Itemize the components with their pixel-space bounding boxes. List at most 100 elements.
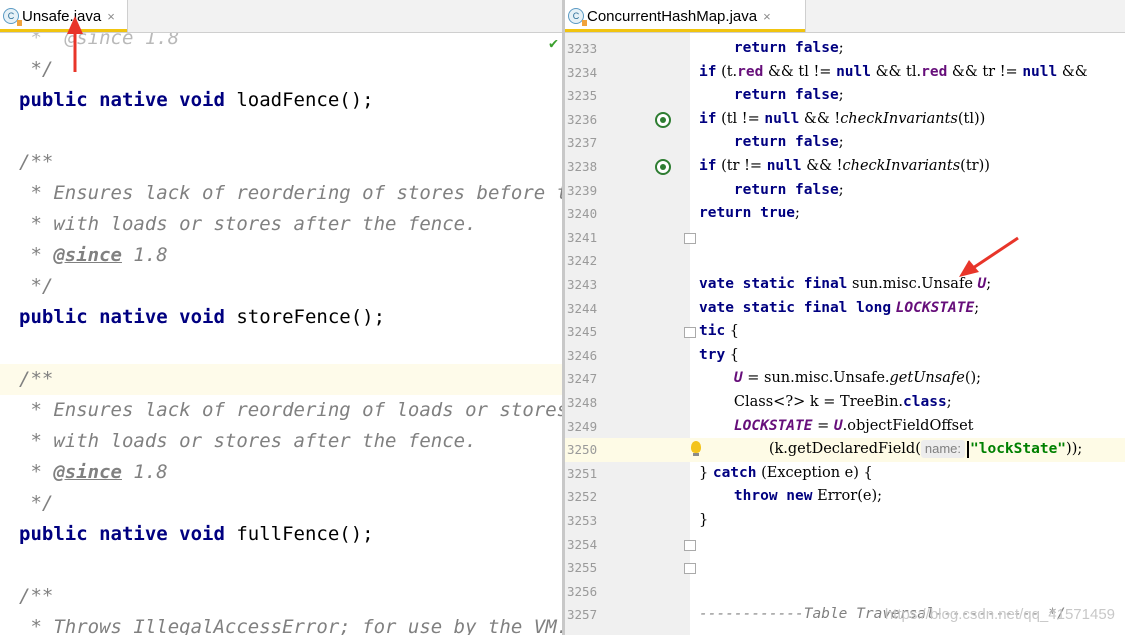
keyword: return false xyxy=(733,134,839,151)
code-text: checkInvariants xyxy=(842,158,961,174)
code-line: * @since 1.8 xyxy=(0,457,562,488)
code-line: 3241 xyxy=(565,226,1125,250)
code-line: 3251} catch (Exception e) { xyxy=(565,462,1125,486)
code-text: red xyxy=(921,63,948,80)
fold-end-icon[interactable] xyxy=(684,539,696,551)
fold-start-icon[interactable] xyxy=(684,327,696,339)
keyword: public native void xyxy=(19,523,225,545)
code-text: */ xyxy=(19,58,54,80)
line-number: 3233 xyxy=(567,41,598,56)
code-text: (); xyxy=(964,370,982,387)
line-number: 3255 xyxy=(567,560,598,576)
code-text: (tr != xyxy=(716,158,767,174)
keyword: return true xyxy=(699,205,796,222)
fold-end-icon[interactable] xyxy=(684,232,696,244)
keyword: null xyxy=(766,158,802,174)
line-number: 3244 xyxy=(567,300,598,316)
code-text: (Exception e) { xyxy=(756,464,873,481)
code-line: 3237 return false; xyxy=(565,131,1125,155)
keyword: return false xyxy=(733,181,839,198)
line-number: 3241 xyxy=(567,229,598,245)
line-number: 3248 xyxy=(567,395,598,410)
code-line: 3253} xyxy=(565,509,1125,533)
comment-text: 1.8 xyxy=(121,461,168,483)
watermark: https://blog.csdn.net/qq_41571459 xyxy=(884,606,1115,623)
comment-text: 1.8 xyxy=(121,244,168,266)
code-text: U xyxy=(733,370,743,387)
code-line: */ xyxy=(0,54,562,85)
line-number: 3249 xyxy=(567,418,598,434)
close-tab-icon[interactable]: × xyxy=(107,9,115,24)
code-line: public native void storeFence(); xyxy=(0,302,562,333)
code-text: */ xyxy=(19,275,54,297)
code-line: 3252 throw new Error(e); xyxy=(565,485,1125,509)
code-line: /** xyxy=(0,147,562,178)
line-number: 3246 xyxy=(567,347,598,363)
code-text: * with loads or stores after the fence. xyxy=(19,430,477,452)
code-text: && tl. xyxy=(871,63,922,80)
code-line: 3236 if (tl != null && !checkInvariants(t… xyxy=(565,108,1125,132)
code-text: LOCKSTATE xyxy=(733,417,813,434)
line-number: 3247 xyxy=(567,371,598,387)
code-line: 3245 tic { xyxy=(565,320,1125,344)
line-number: 3253 xyxy=(567,513,598,528)
code-line: */ xyxy=(0,271,562,302)
code-text: Error(e); xyxy=(812,488,882,505)
code-text: && ! xyxy=(799,110,841,127)
right-code-area[interactable]: 3233 return false; 3234 if (t.red && tl !=… xyxy=(565,0,1125,635)
code-line: public native void fullFence(); xyxy=(0,519,562,550)
code-line: * Ensures lack of reordering of stores b… xyxy=(0,178,562,209)
code-text: (tl != xyxy=(716,110,765,127)
code-text: ; xyxy=(838,181,844,198)
code-line: 3247 U = sun.misc.Unsafe.getUnsafe(); xyxy=(565,367,1125,391)
code-text: } xyxy=(699,512,709,528)
override-method-icon[interactable] xyxy=(655,159,671,175)
keyword: null xyxy=(836,63,871,80)
code-line: * with loads or stores after the fence. xyxy=(0,426,562,457)
code-line: * Ensures lack of reordering of loads or… xyxy=(0,395,562,426)
tab-unsafe-java[interactable]: C Unsafe.java × xyxy=(0,0,128,32)
code-text: * Ensures lack of reordering of loads or… xyxy=(19,399,562,421)
keyword: if xyxy=(699,63,717,80)
code-line: 3256 xyxy=(565,580,1125,604)
line-number: 3245 xyxy=(567,324,598,340)
code-text: (k.getDeclaredField( xyxy=(768,441,921,458)
code-text: && ! xyxy=(801,158,843,174)
line-number: 3242 xyxy=(567,253,598,269)
code-line: 3243 vate static final sun.misc.Unsafe U; xyxy=(565,273,1125,297)
code-text: ; xyxy=(838,134,844,151)
code-line: * @since 1.8 xyxy=(0,240,562,271)
keyword: return false xyxy=(733,40,839,56)
code-line: public native void loadFence(); xyxy=(0,85,562,116)
code-text: getUnsafe xyxy=(889,370,965,387)
code-text: storeFence(); xyxy=(224,306,386,328)
line-number: 3236 xyxy=(567,111,598,127)
fold-end-icon[interactable] xyxy=(684,563,696,575)
code-line: * with loads or stores after the fence. xyxy=(0,209,562,240)
code-line: 3248 Class<?> k = TreeBin.class; xyxy=(565,391,1125,415)
code-text: /** xyxy=(19,368,54,390)
code-line: * @since 1.8 xyxy=(0,33,562,54)
left-code-area[interactable]: * @since 1.8 */ public native void loadFe… xyxy=(0,33,562,635)
line-number: 3257 xyxy=(567,607,598,623)
code-text: * @since 1.8 xyxy=(19,33,180,49)
code-line: 3238 if (tr != null && !checkInvariants(t… xyxy=(565,155,1125,179)
code-text: ; xyxy=(838,40,844,56)
code-line: 3249 LOCKSTATE = U.objectFieldOffset xyxy=(565,415,1125,439)
code-text: sun.misc.Unsafe xyxy=(847,276,978,292)
intention-bulb-icon[interactable] xyxy=(691,441,701,457)
code-text: ; xyxy=(946,394,952,410)
parameter-hint: name: xyxy=(920,440,965,459)
override-method-icon[interactable] xyxy=(655,111,671,128)
code-line: 3242 xyxy=(565,249,1125,273)
keyword: class xyxy=(903,394,947,410)
code-line: */ xyxy=(0,488,562,519)
line-number: 3250 xyxy=(567,442,598,458)
code-text: * with loads or stores after the fence. xyxy=(19,213,477,235)
code-text: checkInvariants xyxy=(840,110,958,127)
code-line: 3246 try { xyxy=(565,344,1125,368)
